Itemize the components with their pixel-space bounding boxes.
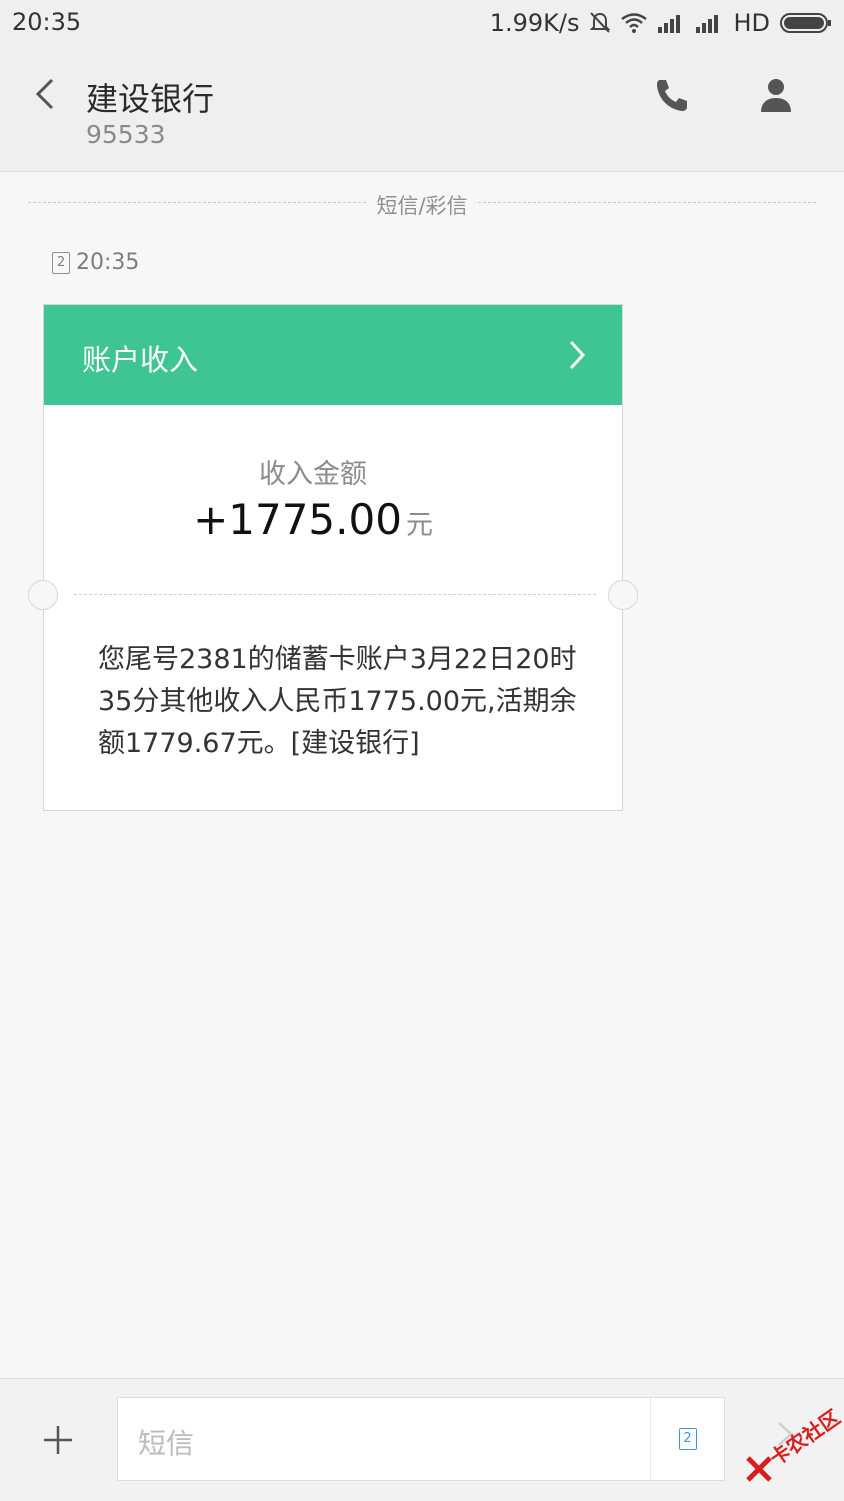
message-time: 20:35 [76, 250, 140, 275]
wifi-icon [621, 13, 648, 33]
status-time: 20:35 [12, 8, 82, 36]
sim-select-button[interactable]: 2 [650, 1398, 724, 1480]
status-bar: 20:35 1.99K/s HD [0, 0, 844, 46]
watermark-text: 卡农社区 [765, 1404, 844, 1471]
conversation-header: 建设银行 95533 [0, 46, 844, 172]
amount-value: +1775.00 元 [44, 495, 622, 544]
card-perforation [74, 594, 596, 595]
amount-unit: 元 [405, 510, 433, 541]
card-notch-right [608, 580, 638, 610]
compose-bar: 短信 2 [0, 1378, 844, 1501]
message-body: 您尾号2381的储蓄卡账户3月22日20时35分其他收入人民币1775.00元,… [98, 644, 577, 759]
message-input[interactable]: 短信 [138, 1422, 194, 1462]
income-card[interactable]: 账户收入 收入金额 +1775.00 元 您尾号2381的储蓄卡账户3月22日20… [28, 304, 638, 811]
message-timestamp: 2 20:35 [52, 250, 139, 275]
phone-icon[interactable] [652, 76, 692, 116]
card-notch-left [28, 580, 58, 610]
status-icons: 1.99K/s HD [490, 8, 832, 38]
amount-number: +1775.00 [193, 495, 402, 544]
contact-name: 建设银行 [86, 80, 215, 118]
net-speed: 1.99K/s [489, 9, 580, 37]
chevron-right-icon [569, 340, 586, 370]
watermark-icon [746, 1456, 772, 1482]
divider-label: 短信/彩信 [368, 190, 476, 220]
signal-icon [658, 15, 681, 33]
back-icon[interactable] [28, 74, 62, 114]
watermark-logo: 卡农社区 [740, 1402, 844, 1492]
bell-muted-icon [590, 12, 611, 33]
sms-mms-divider: 短信/彩信 [28, 190, 816, 220]
amount-label: 收入金额 [259, 459, 367, 490]
message-input-box[interactable]: 短信 2 [117, 1397, 725, 1481]
sim-icon: 2 [52, 251, 70, 274]
signal-icon-2 [696, 15, 719, 33]
plus-icon[interactable] [42, 1424, 74, 1456]
sim-icon: 2 [678, 1428, 697, 1450]
contact-icon[interactable] [758, 76, 794, 116]
battery-icon [780, 13, 831, 33]
contact-number: 95533 [86, 120, 166, 149]
network-type: HD [733, 9, 770, 37]
card-header[interactable]: 账户收入 [44, 305, 622, 405]
card-title: 账户收入 [82, 343, 199, 377]
